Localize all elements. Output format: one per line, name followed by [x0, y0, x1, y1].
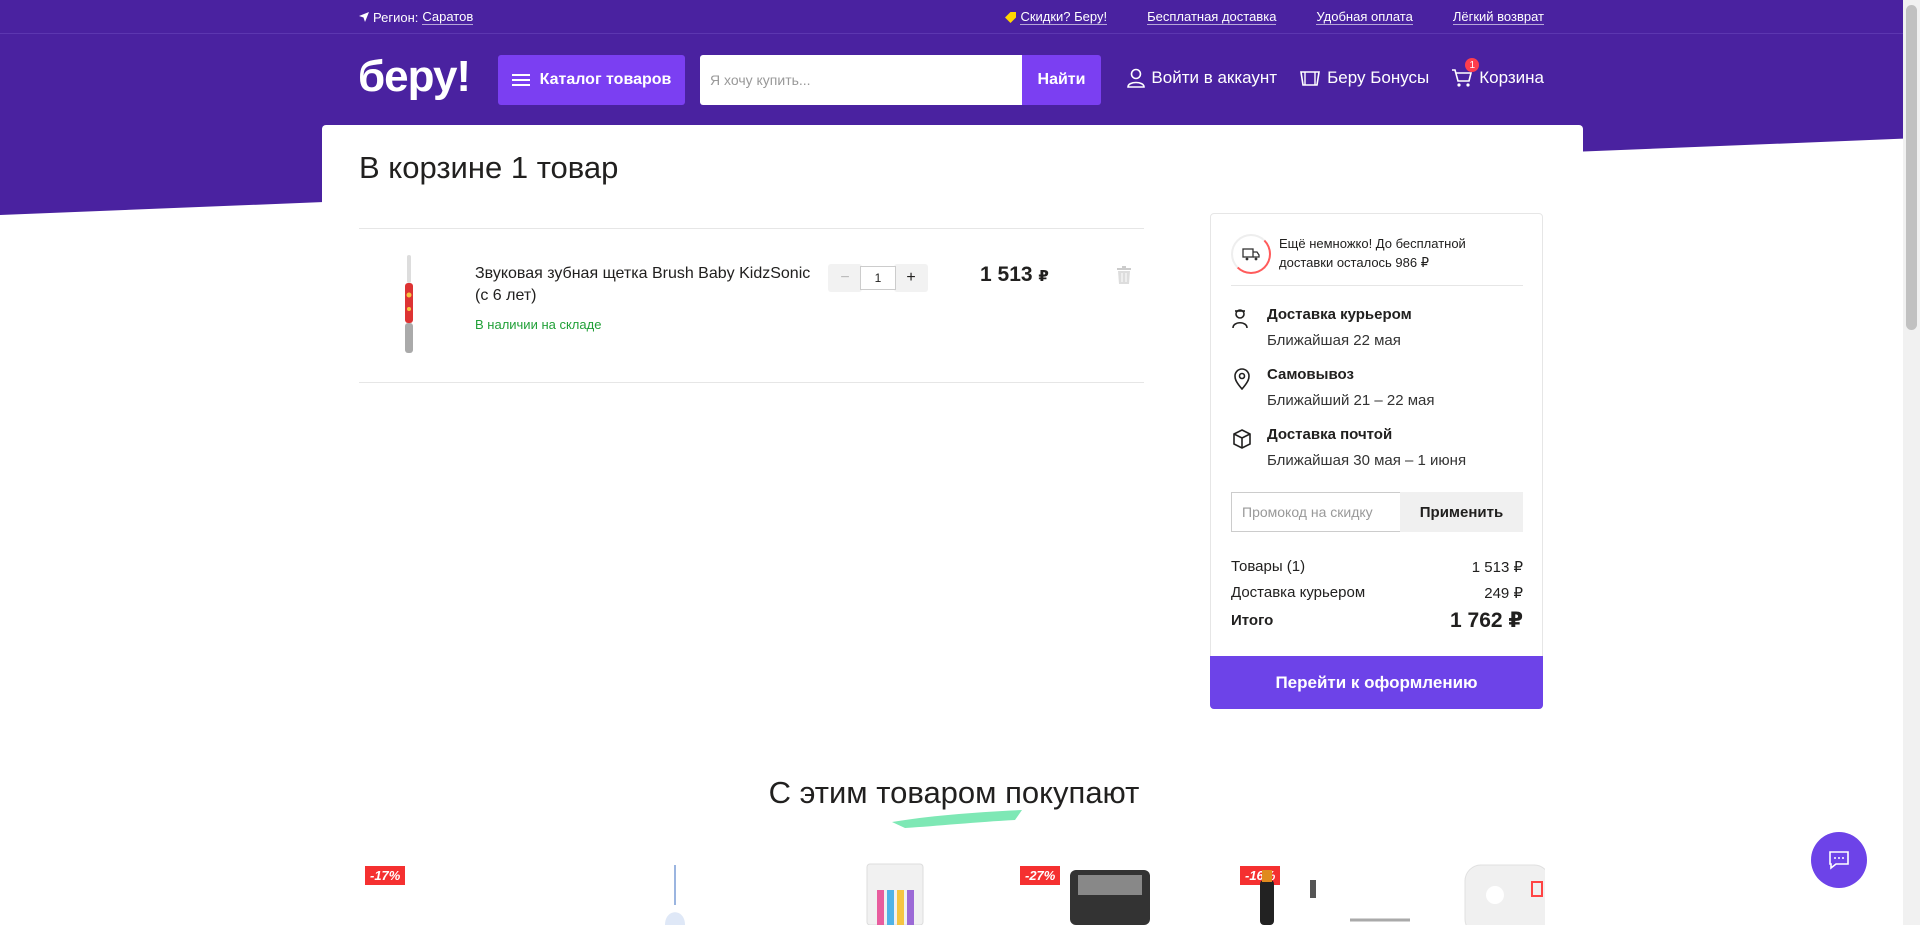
logo[interactable]: беру! — [358, 52, 471, 102]
delivery-option-pickup: Самовывоз Ближайший 21 – 22 мая — [1231, 366, 1523, 416]
apply-promo-button[interactable]: Применить — [1400, 492, 1523, 532]
cart-link[interactable]: 1 Корзина — [1451, 58, 1544, 88]
header-links: Войти в аккаунт Беру Бонусы 1 Корзина — [1127, 58, 1544, 88]
delivery-title: Самовывоз — [1267, 366, 1354, 383]
delivery-title: Доставка курьером — [1267, 306, 1412, 323]
delivery-date: Ближайшая 22 мая — [1267, 332, 1401, 349]
region-value[interactable]: Саратов — [422, 9, 474, 25]
scrollbar-thumb[interactable] — [1906, 5, 1917, 330]
item-price: 1 513 ₽ — [980, 263, 1049, 287]
decrease-button[interactable]: − — [828, 264, 862, 292]
delivery-option-courier: Доставка курьером Ближайшая 22 мая — [1231, 306, 1523, 356]
box-icon — [1233, 429, 1251, 449]
truck-icon — [1242, 248, 1260, 261]
summary-line-value: 249 ₽ — [1484, 585, 1523, 602]
page-title: В корзине 1 товар — [359, 150, 619, 185]
catalog-button[interactable]: Каталог товаров — [498, 55, 685, 105]
chat-icon — [1829, 851, 1849, 870]
product-card[interactable] — [660, 860, 690, 925]
quantity-input[interactable]: 1 — [860, 266, 896, 290]
cart-item-row: Звуковая зубная щетка Brush Baby KidzSon… — [359, 228, 1144, 383]
summary-line-value: 1 513 ₽ — [1471, 559, 1523, 576]
delivery-title: Доставка почтой — [1267, 426, 1393, 443]
page-scrollbar[interactable] — [1903, 0, 1920, 925]
top-link-payment[interactable]: Удобная оплата — [1316, 9, 1413, 25]
title-underline-decoration — [892, 810, 1022, 828]
product-card[interactable]: -27% — [1020, 860, 1150, 925]
region-label: Регион: — [373, 9, 419, 25]
top-links: Скидки? Беру! Бесплатная доставка Удобна… — [1005, 9, 1544, 25]
summary-line-label: Товары (1) — [1231, 558, 1306, 575]
recommendations-carousel: -17% -27% -16% — [360, 860, 1551, 925]
user-icon — [1127, 68, 1146, 88]
product-image — [1464, 864, 1551, 925]
increase-button[interactable]: + — [894, 264, 928, 292]
menu-icon — [511, 74, 530, 86]
top-link-sales[interactable]: Скидки? Беру! — [1005, 9, 1108, 25]
total-value: 1 762 ₽ — [1450, 609, 1523, 632]
bonus-icon — [1300, 71, 1321, 86]
product-image — [665, 865, 685, 925]
tag-icon — [1005, 11, 1017, 23]
product-card[interactable]: -16% — [1240, 860, 1420, 925]
promo-code-form: Промокод на скидку Применить — [1231, 492, 1523, 532]
bonus-label: Беру Бонусы — [1327, 68, 1430, 87]
cart-label: Корзина — [1479, 68, 1544, 87]
free-shipping-notice: Ещё немножко! До бесплатной доставки ост… — [1231, 234, 1523, 286]
product-image — [1070, 870, 1150, 925]
quantity-stepper: − 1 + — [828, 264, 928, 292]
item-price-currency: ₽ — [1038, 268, 1049, 285]
checkout-button[interactable]: Перейти к оформлению — [1210, 656, 1543, 709]
bonus-link[interactable]: Беру Бонусы — [1299, 68, 1429, 88]
product-card[interactable] — [865, 860, 925, 925]
cart-count-badge: 1 — [1465, 58, 1480, 72]
top-link-sales-label: Скидки? Беру! — [1020, 9, 1108, 25]
search-input[interactable]: Я хочу купить... — [700, 55, 1022, 105]
login-label: Войти в аккаунт — [1151, 68, 1278, 87]
total-label: Итого — [1231, 612, 1274, 629]
location-arrow-icon — [359, 12, 369, 22]
summary-line-items: Товары (1) 1 513 ₽ — [1231, 558, 1523, 576]
trash-icon[interactable] — [1116, 266, 1132, 284]
product-card[interactable] — [1460, 860, 1551, 925]
catalog-button-label: Каталог товаров — [539, 71, 672, 88]
delivery-option-post: Доставка почтой Ближайшая 30 мая – 1 июн… — [1231, 426, 1523, 476]
courier-icon — [1232, 309, 1248, 329]
free-shipping-text: Ещё немножко! До бесплатной доставки ост… — [1279, 236, 1466, 270]
summary-line-delivery: Доставка курьером 249 ₽ — [1231, 584, 1523, 602]
summary-total: Итого 1 762 ₽ — [1231, 608, 1523, 633]
region-selector[interactable]: Регион: Саратов — [359, 9, 474, 25]
product-name[interactable]: Звуковая зубная щетка Brush Baby KidzSon… — [475, 263, 815, 307]
delivery-date: Ближайшая 30 мая – 1 июня — [1267, 452, 1467, 469]
top-bar: Регион: Саратов Скидки? Беру! Бесплатная… — [0, 0, 1920, 34]
login-link[interactable]: Войти в аккаунт — [1127, 68, 1277, 88]
chat-button[interactable] — [1811, 832, 1867, 888]
summary-line-label: Доставка курьером — [1231, 584, 1366, 601]
stock-status: В наличии на складе — [475, 317, 602, 332]
order-summary: Ещё немножко! До бесплатной доставки ост… — [1210, 213, 1543, 709]
search-button[interactable]: Найти — [1022, 55, 1101, 105]
header: беру! Каталог товаров Я хочу купить... Н… — [0, 34, 1920, 124]
promo-code-input[interactable]: Промокод на скидку — [1231, 492, 1400, 532]
location-pin-icon — [1234, 368, 1250, 390]
top-link-return[interactable]: Лёгкий возврат — [1452, 9, 1544, 25]
product-image — [1260, 870, 1410, 925]
shipping-progress-ring — [1231, 234, 1271, 274]
delivery-date: Ближайший 21 – 22 мая — [1267, 392, 1435, 409]
product-image — [866, 863, 924, 925]
product-image[interactable] — [399, 255, 419, 355]
product-card[interactable]: -17% — [365, 860, 425, 925]
item-price-value: 1 513 — [980, 263, 1033, 286]
discount-badge: -17% — [365, 866, 406, 885]
top-link-free-delivery[interactable]: Бесплатная доставка — [1147, 9, 1277, 25]
